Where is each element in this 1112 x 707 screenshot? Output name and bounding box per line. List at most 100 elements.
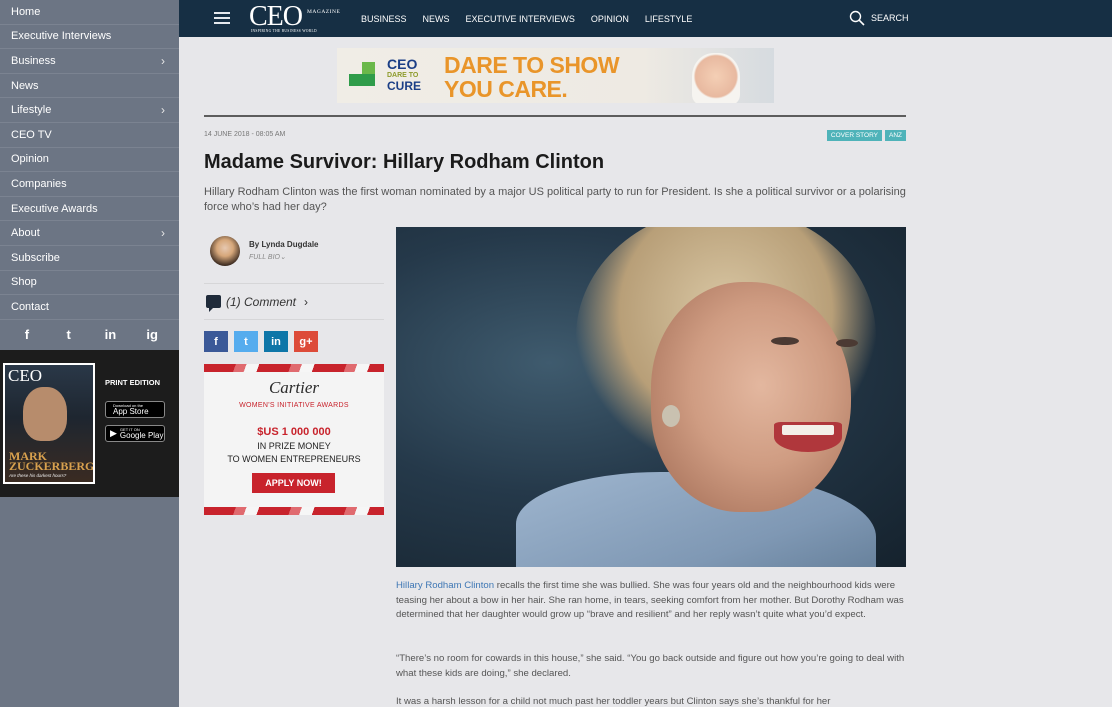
sidebar-item-label: Subscribe [11, 251, 60, 264]
sidebar-menu: Home Executive Interviews Business › News Lif… [0, 0, 179, 320]
sidebar-item-label: Business [11, 54, 56, 67]
chevron-right-icon: › [304, 294, 309, 309]
sidebar-item-label: Contact [11, 300, 49, 313]
instagram-icon[interactable]: ig [141, 327, 163, 342]
app-store-label: App Store [113, 407, 149, 416]
share-twitter-icon[interactable]: t [234, 331, 258, 352]
dare-to-cure-banner-ad[interactable]: CEO DARE TO CURE DARE TO SHOW YOU CARE. [337, 48, 774, 103]
sidebar-item-label: Lifestyle [11, 104, 52, 117]
cartier-awards-title: WOMEN'S INITIATIVE AWARDS [239, 402, 349, 409]
logo-magazine: MAGAZINE [307, 9, 341, 15]
sidebar-item-subscribe[interactable]: Subscribe [0, 246, 179, 271]
search-label: SEARCH [871, 13, 909, 23]
banner-headline-line-1: DARE TO SHOW [444, 52, 620, 78]
facebook-icon[interactable]: f [16, 327, 38, 342]
article-date: 14 JUNE 2018 - 08:05 AM [204, 131, 286, 138]
banner-cure: CURE [387, 79, 422, 93]
tag-cover-story[interactable]: COVER STORY [826, 130, 882, 141]
sidebar-item-executive-interviews[interactable]: Executive Interviews [0, 25, 179, 50]
article-standfirst: Hillary Rodham Clinton was the first wom… [204, 186, 906, 213]
cover-portrait [23, 387, 67, 441]
ad-top-stripe [204, 364, 384, 372]
sidebar-item-executive-awards[interactable]: Executive Awards [0, 197, 179, 222]
cartier-recipient-line: TO WOMEN ENTREPRENEURS [227, 454, 361, 464]
author-avatar[interactable] [210, 236, 240, 266]
ceo-magazine-logo[interactable]: CEO MAGAZINE INSPIRING THE BUSINESS WORL… [249, 1, 340, 34]
google-play-button[interactable]: ▶ GET IT ON Google Play [105, 425, 165, 442]
share-facebook-icon[interactable]: f [204, 331, 228, 352]
sidebar-item-label: Executive Awards [11, 202, 98, 215]
linkedin-icon[interactable]: in [99, 327, 121, 342]
full-bio-label: FULL BIO [249, 254, 280, 261]
sidebar-item-ceo-tv[interactable]: CEO TV [0, 123, 179, 148]
comment-count: (1) Comment [226, 294, 297, 309]
search-button[interactable]: SEARCH [849, 10, 909, 26]
hillary-clinton-portrait [396, 227, 906, 567]
banner-dare-to: DARE TO [387, 72, 419, 79]
article-paragraph-3: It was a harsh lesson for a child not mu… [396, 696, 831, 707]
sidebar-social-links: f t in ig [0, 320, 179, 350]
chevron-right-icon[interactable]: › [161, 103, 165, 117]
cartier-logo: Cartier [268, 378, 320, 397]
ad-bottom-stripe [204, 507, 384, 515]
magazine-cover[interactable]: CEO MARK ZUCKERBERG Are these his darkes… [3, 363, 95, 484]
comments-link[interactable]: (1) Comment › [204, 283, 384, 320]
hamburger-menu-icon[interactable] [214, 12, 230, 24]
sidebar-item-companies[interactable]: Companies [0, 172, 179, 197]
sidebar-item-label: Opinion [11, 153, 49, 166]
nav-executive-interviews[interactable]: EXECUTIVE INTERVIEWS [466, 14, 575, 24]
sidebar-item-label: Executive Interviews [11, 30, 112, 43]
sidebar-item-news[interactable]: News [0, 74, 179, 99]
play-store-icon: ▶ [110, 428, 117, 438]
cartier-prize-line: IN PRIZE MONEY [257, 441, 331, 451]
nav-news[interactable]: NEWS [423, 14, 450, 24]
sidebar-item-lifestyle[interactable]: Lifestyle › [0, 98, 179, 123]
top-navigation-bar: CEO MAGAZINE INSPIRING THE BUSINESS WORL… [179, 0, 1112, 37]
nav-business[interactable]: BUSINESS [361, 14, 407, 24]
header-divider [204, 115, 906, 117]
twitter-icon[interactable]: t [58, 327, 80, 342]
chevron-right-icon[interactable]: › [161, 54, 165, 68]
sidebar-item-shop[interactable]: Shop [0, 271, 179, 296]
sidebar-item-label: Home [11, 5, 41, 18]
cartier-prize-amount: $US 1 000 000 [257, 426, 331, 438]
sidebar-item-about[interactable]: About › [0, 221, 179, 246]
tag-anz[interactable]: ANZ [885, 130, 906, 141]
cover-masthead: CEO [8, 366, 42, 385]
sidebar-item-label: Shop [11, 276, 37, 289]
comment-bubble-icon [206, 295, 221, 312]
share-buttons: f t in g+ [204, 331, 318, 352]
article-tags: COVER STORY ANZ [826, 130, 906, 141]
logo-tagline: INSPIRING THE BUSINESS WORLD [251, 29, 317, 33]
nav-lifestyle[interactable]: LIFESTYLE [645, 14, 693, 24]
app-store-button[interactable]: Download on the App Store [105, 401, 165, 418]
sidebar-item-business[interactable]: Business › [0, 49, 179, 74]
google-play-label: Google Play [119, 431, 164, 440]
banner-headline-line-2: YOU CARE. [444, 76, 568, 102]
cover-subtitle: Are these his darkest hours? [9, 473, 67, 478]
logo-text: CEO [249, 1, 303, 32]
sidebar-item-label: News [11, 79, 39, 92]
print-edition-panel: CEO MARK ZUCKERBERG Are these his darkes… [0, 350, 179, 497]
cartier-awards-ad[interactable]: Cartier WOMEN'S INITIATIVE AWARDS $US 1 … [204, 364, 384, 515]
sidebar-item-label: About [11, 227, 40, 240]
print-edition-label: PRINT EDITION [105, 378, 161, 387]
article-title: Madame Survivor: Hillary Rodham Clinton [204, 151, 605, 173]
dare-to-cure-logo-icon [349, 62, 379, 88]
apply-now-button[interactable]: APPLY NOW! [252, 473, 335, 493]
sidebar-item-opinion[interactable]: Opinion [0, 148, 179, 173]
sidebar-item-label: CEO TV [11, 128, 52, 141]
sidebar-item-contact[interactable]: Contact [0, 295, 179, 320]
article-paragraph-2: “There’s no room for cowards in this hou… [396, 653, 905, 679]
share-linkedin-icon[interactable]: in [264, 331, 288, 352]
banner-brand: CEO [387, 56, 418, 72]
full-bio-toggle[interactable]: FULL BIO⌄ [249, 253, 286, 261]
sidebar-item-home[interactable]: Home [0, 0, 179, 25]
author-block: By Lynda Dugdale FULL BIO⌄ [204, 234, 384, 282]
cover-name: MARK ZUCKERBERG [9, 449, 95, 473]
author-byline[interactable]: By Lynda Dugdale [249, 240, 319, 249]
chevron-right-icon[interactable]: › [161, 226, 165, 240]
share-googleplus-icon[interactable]: g+ [294, 331, 318, 352]
nav-opinion[interactable]: OPINION [591, 14, 629, 24]
hillary-clinton-link[interactable]: Hillary Rodham Clinton [396, 580, 494, 591]
